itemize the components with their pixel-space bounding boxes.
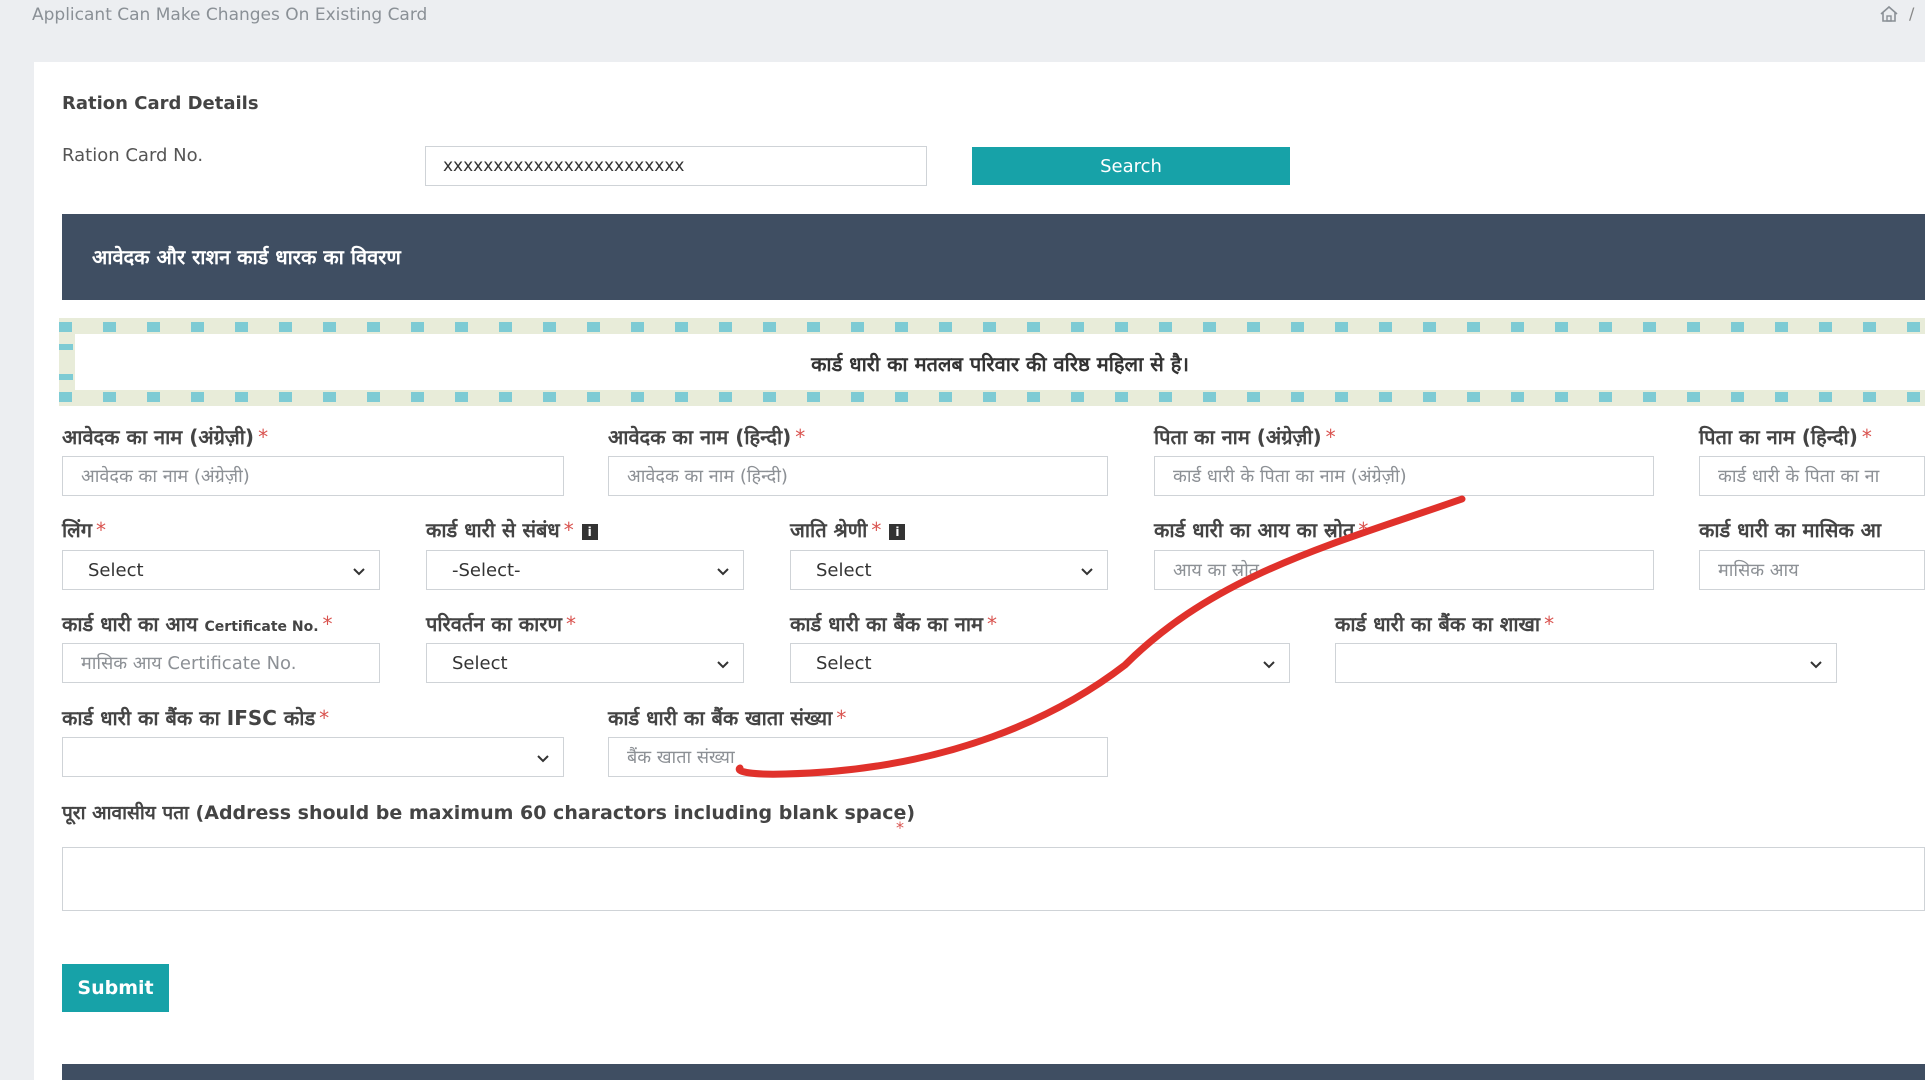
- required-mark: *: [795, 425, 806, 449]
- required-mark: *: [1358, 518, 1369, 542]
- income-certificate-input[interactable]: [62, 643, 380, 683]
- caste-select-value: Select: [816, 560, 872, 581]
- chevron-down-icon: [353, 568, 365, 576]
- required-mark: *: [96, 518, 106, 542]
- name-en-input[interactable]: [62, 456, 564, 496]
- father-en-label: पिता का नाम (अंग्रेज़ी) *: [1154, 425, 1336, 449]
- ifsc-label: कार्ड धारी का बैंक का IFSC कोड *: [62, 706, 330, 730]
- search-button[interactable]: Search: [972, 147, 1290, 185]
- caste-select[interactable]: Select: [790, 550, 1108, 590]
- name-hi-input[interactable]: [608, 456, 1108, 496]
- home-icon[interactable]: [1878, 3, 1900, 25]
- name-hi-label: आवेदक का नाम (हिन्दी) *: [608, 425, 806, 449]
- ration-card-section-title: Ration Card Details: [62, 93, 259, 114]
- relation-label: कार्ड धारी से संबंध * i: [426, 516, 598, 543]
- name-en-label: आवेदक का नाम (अंग्रेज़ी) *: [62, 425, 269, 449]
- ifsc-select[interactable]: [62, 737, 564, 777]
- gender-select[interactable]: Select: [62, 550, 380, 590]
- chevron-down-icon: [1810, 661, 1822, 669]
- change-reason-select[interactable]: Select: [426, 643, 744, 683]
- bank-name-select[interactable]: Select: [790, 643, 1290, 683]
- income-certificate-label: कार्ड धारी का आय Certificate No. *: [62, 612, 333, 636]
- bank-branch-label: कार्ड धारी का बैंक का शाखा *: [1335, 612, 1555, 636]
- chevron-down-icon: [717, 568, 729, 576]
- change-reason-select-value: Select: [452, 653, 508, 674]
- page-breadcrumb-title: Applicant Can Make Changes On Existing C…: [32, 5, 428, 25]
- notice-border-bottom: [59, 392, 1925, 402]
- monthly-income-label: कार्ड धारी का मासिक आ: [1699, 518, 1882, 542]
- chevron-down-icon: [537, 755, 549, 763]
- applicant-section-header: आवेदक और राशन कार्ड धारक का विवरण: [62, 214, 1925, 300]
- required-mark: *: [319, 706, 330, 730]
- account-number-input[interactable]: [608, 737, 1108, 777]
- account-number-label: कार्ड धारी का बैंक खाता संख्या *: [608, 706, 847, 730]
- father-hi-input[interactable]: [1699, 456, 1925, 496]
- chevron-down-icon: [717, 661, 729, 669]
- required-mark: *: [1861, 425, 1872, 449]
- caste-label: जाति श्रेणी * i: [790, 516, 906, 543]
- notice-border-left: [59, 344, 73, 350]
- info-icon[interactable]: i: [581, 523, 598, 540]
- notice-text: कार्ड धारी का मतलब परिवार की वरिष्ठ महिल…: [811, 352, 1189, 376]
- next-section-header: [62, 1064, 1925, 1080]
- address-label: पूरा आवासीय पता (Address should be maxim…: [62, 802, 916, 824]
- breadcrumb-separator: /: [1909, 4, 1915, 23]
- income-source-input[interactable]: [1154, 550, 1654, 590]
- required-mark: *: [896, 818, 904, 837]
- required-mark: *: [871, 518, 882, 542]
- required-mark: *: [836, 706, 847, 730]
- top-bar: Applicant Can Make Changes On Existing C…: [0, 0, 1925, 30]
- required-mark: *: [1544, 612, 1555, 636]
- chevron-down-icon: [1081, 568, 1093, 576]
- applicant-section-title: आवेदक और राशन कार्ड धारक का विवरण: [92, 245, 401, 269]
- required-mark: *: [566, 612, 576, 636]
- gender-select-value: Select: [88, 560, 144, 581]
- required-mark: *: [258, 425, 269, 449]
- bank-name-select-value: Select: [816, 653, 872, 674]
- address-textarea[interactable]: [62, 847, 1925, 911]
- required-mark: *: [563, 518, 574, 542]
- father-hi-label: पिता का नाम (हिन्दी) *: [1699, 425, 1872, 449]
- monthly-income-input[interactable]: [1699, 550, 1925, 590]
- notice-border-left: [59, 374, 73, 380]
- ration-card-number-label: Ration Card No.: [62, 145, 204, 166]
- relation-select[interactable]: -Select-: [426, 550, 744, 590]
- income-source-label: कार्ड धारी का आय का स्रोत *: [1154, 518, 1369, 542]
- ration-card-number-input[interactable]: [425, 146, 927, 186]
- info-icon[interactable]: i: [889, 523, 906, 540]
- bank-name-label: कार्ड धारी का बैंक का नाम *: [790, 612, 997, 636]
- submit-button[interactable]: Submit: [62, 964, 169, 1012]
- relation-select-value: -Select-: [452, 560, 521, 581]
- bank-branch-select[interactable]: [1335, 643, 1837, 683]
- gender-label: लिंग *: [62, 518, 106, 542]
- notice-border-top: [59, 322, 1925, 332]
- required-mark: *: [1325, 425, 1336, 449]
- notice-banner: कार्ड धारी का मतलब परिवार की वरिष्ठ महिल…: [59, 318, 1925, 406]
- chevron-down-icon: [1263, 661, 1275, 669]
- change-reason-label: परिवर्तन का कारण *: [426, 612, 576, 636]
- required-mark: *: [322, 612, 333, 636]
- required-mark: *: [987, 612, 997, 636]
- notice-inner: कार्ड धारी का मतलब परिवार की वरिष्ठ महिल…: [75, 334, 1925, 390]
- father-en-input[interactable]: [1154, 456, 1654, 496]
